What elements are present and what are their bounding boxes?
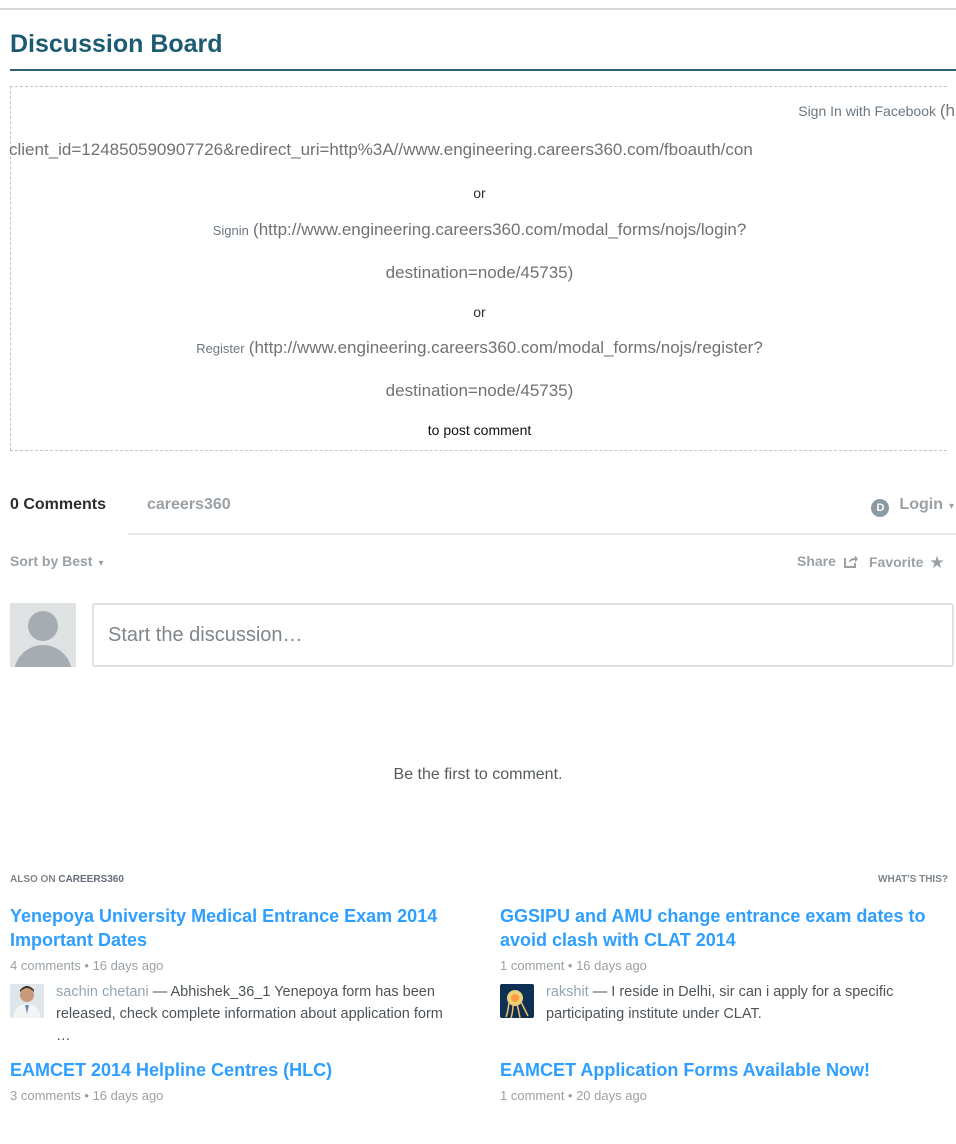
commenter-name[interactable]: sachin chetani — [56, 984, 149, 1000]
share-label: Share — [797, 553, 836, 569]
facebook-url-start[interactable]: (h — [940, 101, 955, 120]
empty-state-message: Be the first to comment. — [393, 766, 563, 783]
related-discussion-card: EAMCET Application Forms Available Now! … — [500, 1058, 940, 1103]
signin-url-continued[interactable]: destination=node/45735) — [11, 263, 948, 283]
related-discussion-card: EAMCET 2014 Helpline Centres (HLC) 3 com… — [10, 1058, 450, 1103]
disqus-icon: D — [871, 499, 890, 517]
register-link[interactable]: Register — [196, 341, 244, 356]
chevron-down-icon: ▾ — [948, 501, 954, 512]
community-tab[interactable]: careers360 — [147, 496, 231, 514]
register-url[interactable]: (http://www.engineering.careers360.com/m… — [249, 338, 763, 357]
sort-label: Sort by Best — [10, 553, 93, 569]
also-on-heading: ALSO ON CAREERS360 — [10, 874, 124, 885]
related-discussion-comment[interactable]: sachin chetani — Abhishek_36_1 Yenepoya … — [10, 981, 450, 1047]
related-discussion-title[interactable]: Yenepoya University Medical Entrance Exa… — [10, 904, 450, 952]
signin-url[interactable]: (http://www.engineering.careers360.com/m… — [253, 220, 746, 239]
star-icon: ★ — [929, 553, 945, 572]
related-discussion-meta[interactable]: 1 comment • 16 days ago — [500, 958, 940, 973]
related-discussion-meta[interactable]: 1 comment • 20 days ago — [500, 1088, 940, 1103]
or-separator-1: or — [473, 185, 486, 201]
related-discussion-comment[interactable]: rakshit — I reside in Delhi, sir can i a… — [500, 981, 940, 1025]
user-avatar-icon — [10, 603, 76, 667]
title-divider — [10, 69, 956, 71]
signin-row: Signin (http://www.engineering.careers36… — [11, 220, 948, 240]
related-discussion-card: GGSIPU and AMU change entrance exam date… — [500, 904, 940, 1025]
commenter-avatar-icon — [500, 984, 534, 1018]
related-discussion-card: Yenepoya University Medical Entrance Exa… — [10, 904, 450, 1047]
related-discussion-meta[interactable]: 4 comments • 16 days ago — [10, 958, 450, 973]
register-row: Register (http://www.engineering.careers… — [11, 338, 948, 358]
post-comment-note: to post comment — [427, 422, 532, 438]
also-on-prefix: ALSO ON — [10, 874, 59, 885]
comments-header-divider — [128, 533, 956, 535]
top-divider — [0, 8, 956, 10]
share-button[interactable]: Share — [797, 553, 858, 569]
page-title: Discussion Board — [10, 30, 223, 58]
share-icon — [843, 555, 858, 568]
signin-link[interactable]: Signin — [213, 223, 249, 238]
whats-this-link[interactable]: WHAT'S THIS? — [878, 874, 948, 885]
login-label: Login — [899, 496, 943, 513]
chevron-down-icon: ▾ — [98, 558, 104, 569]
commenter-name[interactable]: rakshit — [546, 984, 589, 1000]
favorite-button[interactable]: Favorite ★ — [869, 553, 945, 573]
related-discussion-meta[interactable]: 3 comments • 16 days ago — [10, 1088, 450, 1103]
facebook-signin-link[interactable]: Sign In with Facebook — [798, 103, 936, 119]
also-on-brand[interactable]: CAREERS360 — [58, 874, 124, 885]
sort-dropdown[interactable]: Sort by Best ▾ — [10, 553, 104, 569]
register-url-continued[interactable]: destination=node/45735) — [11, 381, 948, 401]
comment-composer-input[interactable]: Start the discussion… — [92, 603, 954, 667]
related-discussion-title[interactable]: EAMCET Application Forms Available Now! — [500, 1058, 940, 1082]
facebook-url[interactable]: client_id=124850590907726&redirect_uri=h… — [9, 140, 753, 160]
favorite-label: Favorite — [869, 554, 924, 570]
comment-count-tab[interactable]: 0 Comments — [10, 496, 106, 514]
comments-header: 0 Comments careers360 D Login ▾ — [10, 496, 956, 520]
related-discussion-title[interactable]: GGSIPU and AMU change entrance exam date… — [500, 904, 940, 952]
commenter-avatar-icon — [10, 984, 44, 1018]
related-discussion-title[interactable]: EAMCET 2014 Helpline Centres (HLC) — [10, 1058, 450, 1082]
or-separator-2: or — [473, 304, 486, 320]
login-prompt-box: Sign In with Facebook (h client_id=12485… — [9, 86, 955, 451]
comment-excerpt: — I reside in Delhi, sir can i apply for… — [546, 984, 894, 1022]
login-menu[interactable]: D Login ▾ — [871, 496, 954, 517]
facebook-signin-row: Sign In with Facebook (h — [798, 101, 955, 121]
